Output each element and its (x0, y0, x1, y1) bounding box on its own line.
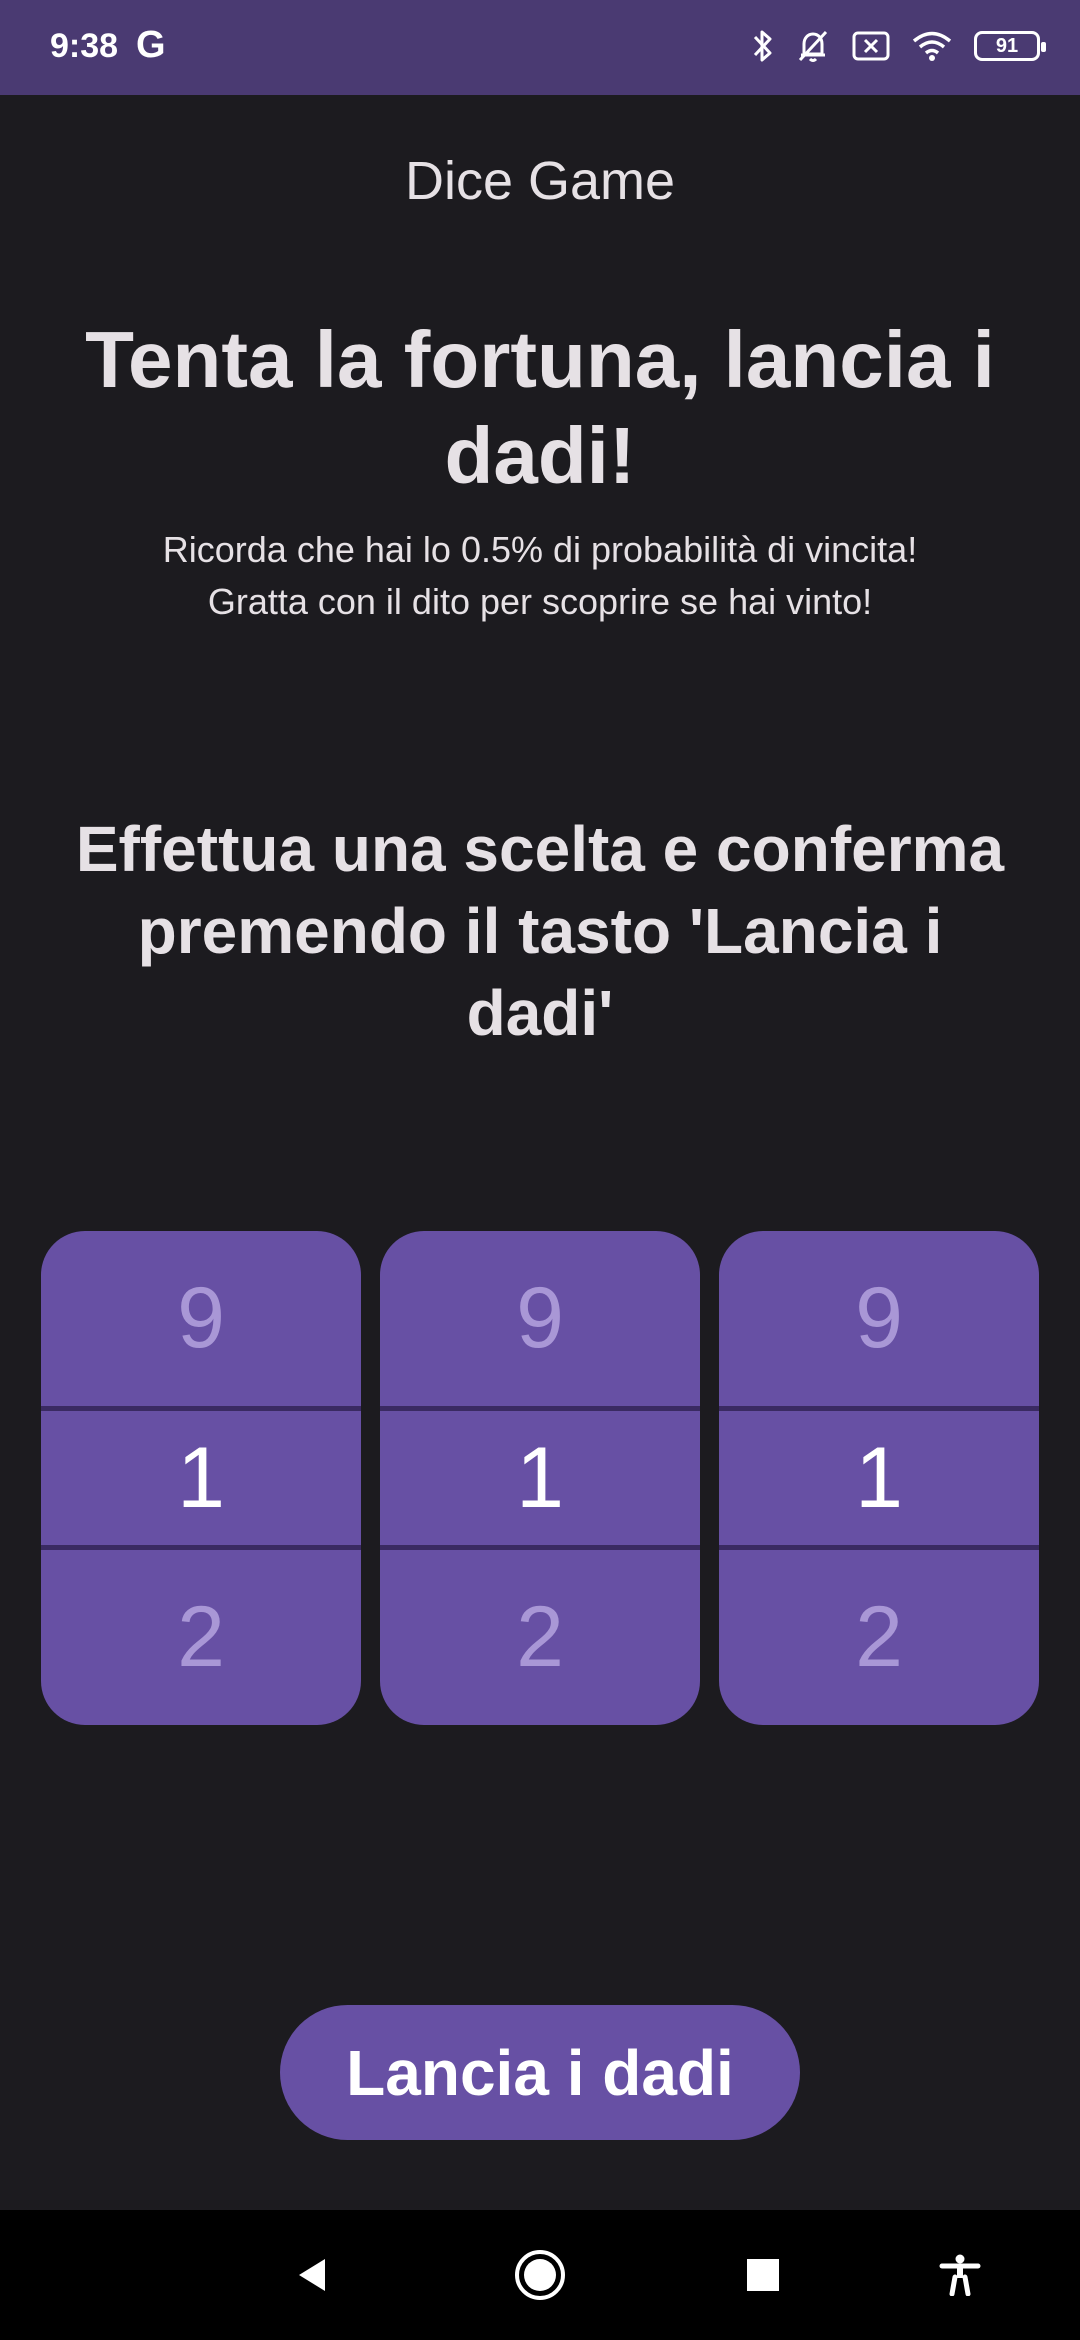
bell-off-icon (796, 28, 830, 64)
picker-prev-value[interactable]: 9 (380, 1231, 700, 1406)
back-icon[interactable] (283, 2245, 343, 2305)
picker-next-value[interactable]: 2 (41, 1550, 361, 1725)
picker-selected-value[interactable]: 1 (719, 1411, 1039, 1545)
dice-picker-3[interactable]: 9 1 2 (719, 1231, 1039, 1725)
bluetooth-icon (752, 28, 774, 64)
home-icon[interactable] (510, 2245, 570, 2305)
app-title: Dice Game (404, 151, 676, 211)
roll-dice-button[interactable]: Lancia i dadi (280, 2005, 800, 2140)
picker-prev-value[interactable]: 9 (719, 1231, 1039, 1406)
picker-next-value[interactable]: 2 (380, 1550, 700, 1725)
recents-icon[interactable] (733, 2245, 793, 2305)
headline: Tenta la fortuna, lancia i dadi! (85, 315, 995, 500)
instruction-text: Effettua una scelta e conferma premendo … (75, 813, 1005, 1049)
battery-icon: 91 (974, 31, 1046, 61)
status-bar: 9:38 G 91 (0, 0, 1080, 95)
dice-picker-1[interactable]: 9 1 2 (41, 1231, 361, 1725)
dice-picker-2[interactable]: 9 1 2 (380, 1231, 700, 1725)
picker-next-value[interactable]: 2 (719, 1550, 1039, 1725)
status-time: 9:38 (50, 27, 119, 65)
subtitle-line-1: Ricorda che hai lo 0.5% di probabilità d… (162, 529, 918, 570)
subtitle: Ricorda che hai lo 0.5% di probabilità d… (60, 524, 1020, 628)
google-icon: G (136, 24, 166, 66)
navigation-bar (0, 2210, 1080, 2340)
picker-selected-value[interactable]: 1 (41, 1411, 361, 1545)
wifi-icon (912, 30, 952, 62)
status-icons: 91 (752, 28, 1046, 64)
no-sim-icon (852, 31, 890, 61)
accessibility-icon[interactable] (930, 2245, 990, 2305)
picker-prev-value[interactable]: 9 (41, 1231, 361, 1406)
subtitle-line-2: Gratta con il dito per scoprire se hai v… (207, 581, 873, 622)
picker-selected-value[interactable]: 1 (380, 1411, 700, 1545)
